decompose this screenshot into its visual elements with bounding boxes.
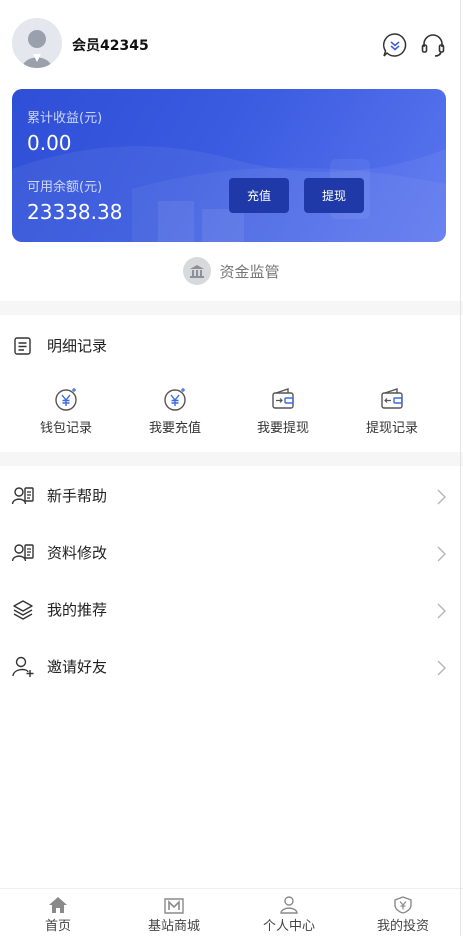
menu-item-label: 我的推荐 (47, 601, 108, 619)
yuan-coin-icon (55, 388, 77, 411)
shield-yuan-icon (394, 896, 412, 914)
tab-home[interactable]: 首页 (0, 889, 116, 936)
asset-card: 累计收益(元) 0.00 可用余额(元) 23338.38 充值 提现 (12, 89, 446, 242)
user-card-icon (11, 544, 34, 562)
user-icon (280, 896, 298, 914)
tab-investments[interactable]: 我的投资 (345, 889, 461, 936)
bottom-tab-bar: 首页 基站商城 个人中心 我的投资 (0, 888, 463, 936)
user-avatar-icon (12, 18, 62, 68)
recharge-entry-button[interactable]: 我要充值 (120, 386, 230, 441)
section-divider (0, 452, 463, 466)
tab-profile[interactable]: 个人中心 (231, 889, 347, 936)
chevron-right-icon (437, 603, 446, 619)
message-down-icon[interactable] (382, 32, 408, 58)
total-income-label: 累计收益(元) (27, 111, 103, 126)
user-card-icon (11, 487, 34, 505)
menu-item-label: 新手帮助 (47, 487, 108, 505)
quick-label: 我要充值 (148, 421, 201, 436)
tab-store[interactable]: 基站商城 (116, 889, 232, 936)
user-add-icon (12, 656, 34, 677)
tab-label: 基站商城 (147, 919, 200, 934)
tab-label: 个人中心 (262, 919, 315, 934)
menu-item-label: 邀请好友 (47, 658, 108, 676)
total-income-value: 0.00 (27, 131, 72, 155)
quick-label: 钱包记录 (39, 421, 92, 436)
avatar[interactable] (12, 18, 62, 68)
section-divider (0, 301, 463, 315)
headset-icon[interactable] (420, 32, 446, 58)
menu-item-help[interactable]: 新手帮助 (0, 469, 463, 525)
wallet-out-icon (272, 388, 294, 409)
quick-label: 提现记录 (365, 421, 418, 436)
menu-item-label: 资料修改 (47, 544, 108, 562)
tab-label: 我的投资 (376, 919, 429, 934)
balance-label: 可用余额(元) (27, 180, 103, 195)
fund-supervision[interactable]: 资金监管 (0, 256, 463, 286)
wallet-records-button[interactable]: 钱包记录 (11, 386, 121, 441)
recharge-button[interactable]: 充值 (229, 178, 289, 213)
fund-supervision-label: 资金监管 (219, 262, 280, 281)
yuan-coin-icon (164, 388, 186, 411)
menu-item-profile-edit[interactable]: 资料修改 (0, 526, 463, 582)
page-edge-border (460, 0, 461, 936)
list-icon (14, 337, 31, 355)
bank-icon (183, 257, 212, 285)
quick-label: 我要提现 (256, 421, 309, 436)
balance-value: 23338.38 (27, 200, 123, 224)
tab-label: 首页 (44, 919, 71, 934)
wallet-in-icon (381, 388, 403, 409)
withdraw-entry-button[interactable]: 我要提现 (228, 386, 338, 441)
withdraw-button[interactable]: 提现 (304, 178, 364, 213)
chevron-right-icon (437, 489, 446, 505)
menu-item-referrals[interactable]: 我的推荐 (0, 583, 463, 639)
chevron-right-icon (437, 546, 446, 562)
username: 会员42345 (72, 38, 149, 54)
details-section-title: 明细记录 (0, 330, 463, 360)
layers-icon (13, 600, 33, 620)
home-icon (49, 897, 67, 913)
details-title: 明细记录 (47, 337, 108, 355)
profile-header: 会员42345 (0, 0, 463, 88)
menu-item-invite[interactable]: 邀请好友 (0, 640, 463, 696)
withdraw-records-button[interactable]: 提现记录 (337, 386, 447, 441)
store-icon (164, 898, 184, 914)
chevron-right-icon (437, 660, 446, 676)
